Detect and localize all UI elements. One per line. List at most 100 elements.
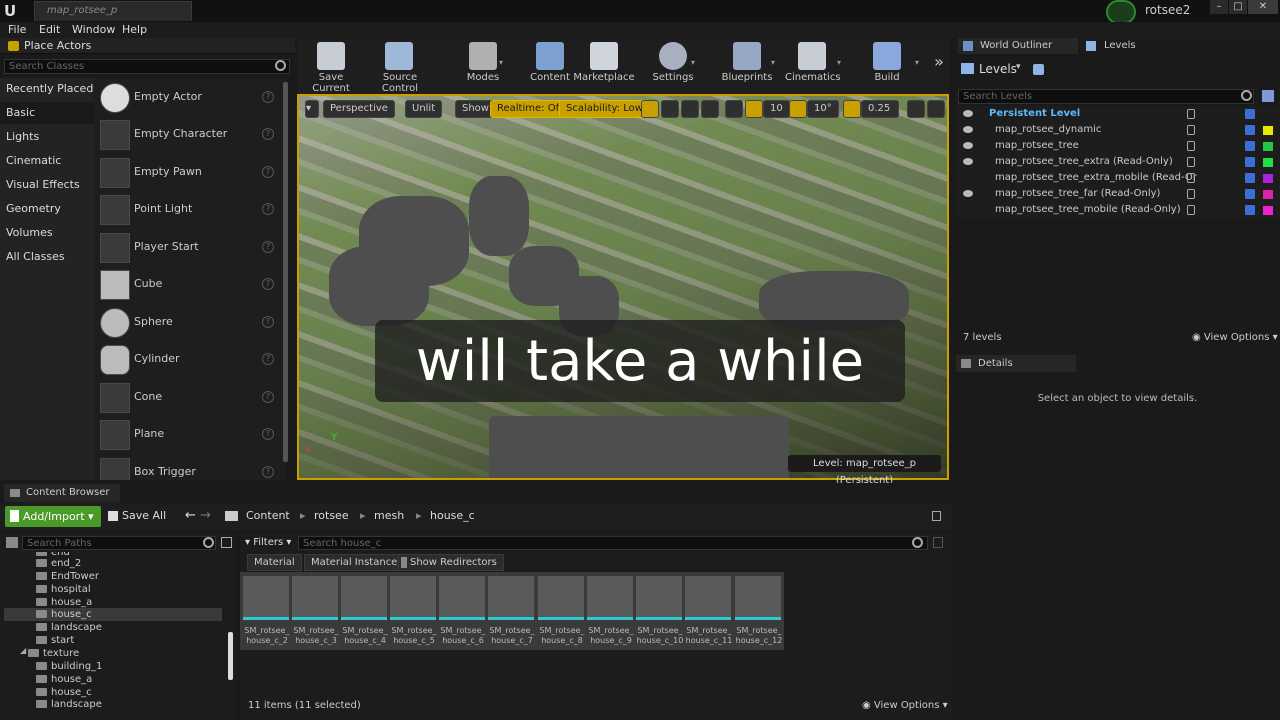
folder-item[interactable]: EndTower [36,570,99,583]
settings-button[interactable]: Settings ▾ [649,38,697,94]
paths-scrollbar[interactable] [228,632,233,680]
save-level-icon[interactable] [1245,141,1255,151]
level-color-swatch[interactable] [1263,206,1273,215]
folder-item[interactable]: building_1 [36,660,102,673]
folder-item[interactable]: house_a [36,673,92,686]
filter-chip-material[interactable]: Material [247,554,302,571]
document-tab[interactable]: map_rotsee_p [34,1,192,21]
scale-icon[interactable] [681,100,699,118]
help-icon[interactable]: ? [262,91,274,103]
actor-item[interactable]: Cylinder? [94,341,286,378]
visibility-eye-icon[interactable] [963,110,973,117]
maximize-button[interactable]: □ [1229,0,1247,14]
lock-icon[interactable] [1187,109,1195,119]
asset-tile[interactable]: SM_rotsee_ house_c_11 [685,576,733,648]
content-view-options-button[interactable]: ◉ View Options ▾ [862,700,948,711]
level-row[interactable]: map_rotsee_tree_far (Read-Only) [955,186,1280,202]
help-icon[interactable]: ? [262,316,274,328]
lock-icon[interactable] [1187,141,1195,151]
search-paths-input[interactable]: Search Paths [22,536,216,550]
actor-item[interactable]: Empty Pawn? [94,154,286,191]
folder-item[interactable]: landscape [36,621,102,634]
asset-tile[interactable]: SM_rotsee_ house_c_10 [636,576,684,648]
breadcrumb-rotsee[interactable]: rotsee [314,509,349,522]
actor-item[interactable]: Cone? [94,379,286,416]
asset-tile[interactable]: SM_rotsee_ house_c_12 [735,576,783,648]
breadcrumb-content[interactable]: Content [246,509,290,522]
world-space-icon[interactable] [701,100,719,118]
category-geometry[interactable]: Geometry [0,198,94,220]
actor-item[interactable]: Sphere? [94,304,286,341]
level-color-swatch[interactable] [1263,190,1273,199]
lock-icon[interactable] [1187,125,1195,135]
chevron-down-icon[interactable]: ◢ [20,646,26,655]
visibility-eye-icon[interactable] [963,142,973,149]
rotation-snap-icon[interactable] [789,100,807,118]
path-view-options-icon[interactable] [221,537,232,548]
view-mode-button[interactable]: Unlit [405,100,443,118]
level-color-swatch[interactable] [1263,158,1273,167]
scale-snap-icon[interactable] [843,100,861,118]
search-levels-input[interactable]: Search Levels [958,89,1254,104]
forward-arrow-icon[interactable]: → [200,508,211,523]
level-viewport[interactable]: ▾ Perspective Unlit Show Realtime: Off S… [297,94,949,480]
actor-item[interactable]: Point Light? [94,191,286,228]
actor-item[interactable]: Player Start? [94,229,286,266]
minimize-button[interactable]: – [1210,0,1228,14]
asset-tile[interactable]: SM_rotsee_ house_c_7 [488,576,536,648]
filters-button[interactable]: ▾ Filters ▾ [245,537,291,548]
help-icon[interactable]: ? [262,128,274,140]
category-all-classes[interactable]: All Classes [0,246,94,268]
save-level-icon[interactable] [1245,173,1255,183]
maximize-viewport-icon[interactable] [927,100,945,118]
grid-snap-icon[interactable] [745,100,763,118]
asset-tile[interactable]: SM_rotsee_ house_c_6 [439,576,487,648]
scalability-button[interactable]: Scalability: Low [559,100,650,118]
asset-tile[interactable]: SM_rotsee_ house_c_2 [243,576,291,648]
tab-world-outliner[interactable]: World Outliner [958,38,1078,54]
breadcrumb-house-c[interactable]: house_c [430,509,475,522]
asset-tile[interactable]: SM_rotsee_ house_c_9 [587,576,635,648]
realtime-toggle[interactable]: Realtime: Off [490,100,570,118]
save-search-icon[interactable] [933,537,943,548]
save-level-icon[interactable] [1245,205,1255,215]
menu-window[interactable]: Window [72,22,115,38]
save-level-icon[interactable] [1245,157,1255,167]
content-button[interactable]: Content [529,38,571,94]
help-icon[interactable]: ? [262,278,274,290]
collapse-sources-icon[interactable] [6,537,18,548]
category-recently-placed[interactable]: Recently Placed [0,78,94,100]
toolbar-overflow-button[interactable]: » [931,38,947,94]
help-icon[interactable]: ? [262,428,274,440]
help-icon[interactable]: ? [262,353,274,365]
levels-view-options-button[interactable]: ◉ View Options ▾ [1192,332,1278,343]
perspective-button[interactable]: Perspective [323,100,395,118]
filter-chip-show-redirectors[interactable]: Show Redirectors [398,554,504,571]
build-button[interactable]: Build ▾ [867,38,919,94]
folder-item[interactable]: end_2 [36,557,81,570]
save-level-icon[interactable] [1245,189,1255,199]
level-color-swatch[interactable] [1263,174,1273,183]
level-options-icon[interactable] [1262,90,1274,102]
visibility-eye-icon[interactable] [963,190,973,197]
asset-tile[interactable]: SM_rotsee_ house_c_8 [538,576,586,648]
level-color-swatch[interactable] [1263,142,1273,151]
tab-details[interactable]: Details [956,355,1076,372]
search-assets-input[interactable]: Search house_c [298,536,928,550]
lock-icon[interactable] [1187,189,1195,199]
camera-speed-icon[interactable] [907,100,925,118]
help-icon[interactable]: ? [262,466,274,478]
help-icon[interactable]: ? [262,391,274,403]
tab-content-browser[interactable]: Content Browser [4,484,120,502]
actor-item[interactable]: Empty Character? [94,116,286,153]
level-row[interactable]: map_rotsee_tree_extra (Read-Only) [955,154,1280,170]
level-color-swatch[interactable] [1263,126,1273,135]
save-level-icon[interactable] [1245,125,1255,135]
asset-tile[interactable]: SM_rotsee_ house_c_4 [341,576,389,648]
modes-button[interactable]: Modes ▾ [459,38,507,94]
folder-item[interactable]: start [36,634,74,647]
translate-icon[interactable] [641,100,659,118]
lock-icon[interactable] [1187,157,1195,167]
folder-item-selected[interactable]: house_c [36,608,92,621]
levels-menu[interactable]: Levels [959,60,1059,78]
